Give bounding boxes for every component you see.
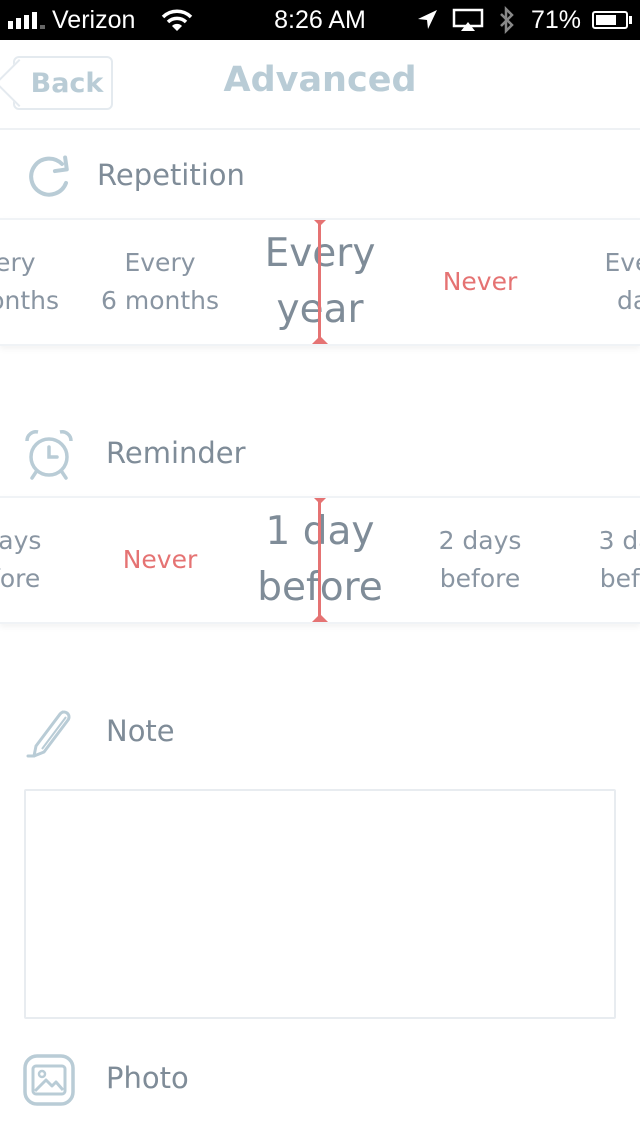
- repetition-option[interactable]: Never: [405, 220, 555, 344]
- note-header: Note: [0, 686, 640, 776]
- repetition-option-line1: Every: [0, 248, 36, 277]
- repetition-picker[interactable]: EverydayNeverEveryyearEvery6 monthsEvery…: [0, 218, 640, 346]
- reminder-header: Reminder: [0, 408, 640, 498]
- reminder-picker[interactable]: 3 daysbefore2 daysbefore1 daybeforeNever…: [0, 496, 640, 624]
- indicator-bottom-arrow: [312, 614, 328, 622]
- repetition-option-line1: Every: [604, 248, 640, 277]
- bluetooth-icon: [498, 0, 516, 40]
- photo-header[interactable]: Photo: [0, 1033, 640, 1123]
- repetition-option-line1: Every: [124, 248, 196, 277]
- reminder-option[interactable]: Never: [85, 498, 235, 622]
- reminder-option-line2: before: [599, 564, 640, 593]
- repetition-option-line2: day: [617, 286, 640, 315]
- reminder-option-line2: before: [439, 564, 521, 593]
- selection-indicator: [318, 220, 321, 344]
- reminder-option[interactable]: 3 days before: [565, 498, 640, 622]
- reminder-label: Reminder: [106, 436, 246, 470]
- indicator-top-arrow: [312, 498, 328, 504]
- note-textarea[interactable]: [24, 789, 616, 1019]
- repetition-label: Repetition: [97, 158, 245, 192]
- indicator-bottom-arrow: [312, 336, 328, 344]
- repetition-option[interactable]: Every 3 months: [0, 220, 75, 344]
- repetition-option-line2: 6 months: [100, 286, 220, 315]
- indicator-top-arrow: [312, 220, 328, 226]
- note-label: Note: [106, 714, 175, 748]
- repetition-option[interactable]: Every 6 months: [85, 220, 235, 344]
- refresh-icon: [22, 150, 76, 204]
- repetition-header: Repetition: [0, 130, 640, 220]
- battery-icon: [592, 0, 632, 40]
- battery-percent: 71%: [531, 5, 582, 34]
- airplay-icon: [452, 0, 484, 40]
- navigation-bar: Back Advanced: [0, 40, 640, 130]
- reminder-option-line1: 2 days: [438, 526, 522, 555]
- pencil-icon: [22, 706, 76, 760]
- location-arrow-icon: [415, 0, 439, 40]
- repetition-option-line1: Never: [442, 267, 518, 296]
- reminder-option-line1: Never: [122, 545, 198, 574]
- reminder-option[interactable]: 2 days before: [0, 498, 75, 622]
- alarm-clock-icon: [22, 428, 76, 482]
- image-icon: [22, 1053, 76, 1107]
- status-bar: Verizon 8:26 AM 71%: [0, 0, 640, 40]
- reminder-option[interactable]: 2 days before: [405, 498, 555, 622]
- selection-indicator: [318, 498, 321, 622]
- reminder-option-line1: 3 days: [598, 526, 640, 555]
- reminder-option-line1: 2 days: [0, 526, 42, 555]
- repetition-option[interactable]: Every day: [565, 220, 640, 344]
- photo-label: Photo: [106, 1061, 189, 1095]
- reminder-option-line2: before: [0, 564, 41, 593]
- page-title: Advanced: [223, 60, 417, 100]
- repetition-option-line2: 3 months: [0, 286, 60, 315]
